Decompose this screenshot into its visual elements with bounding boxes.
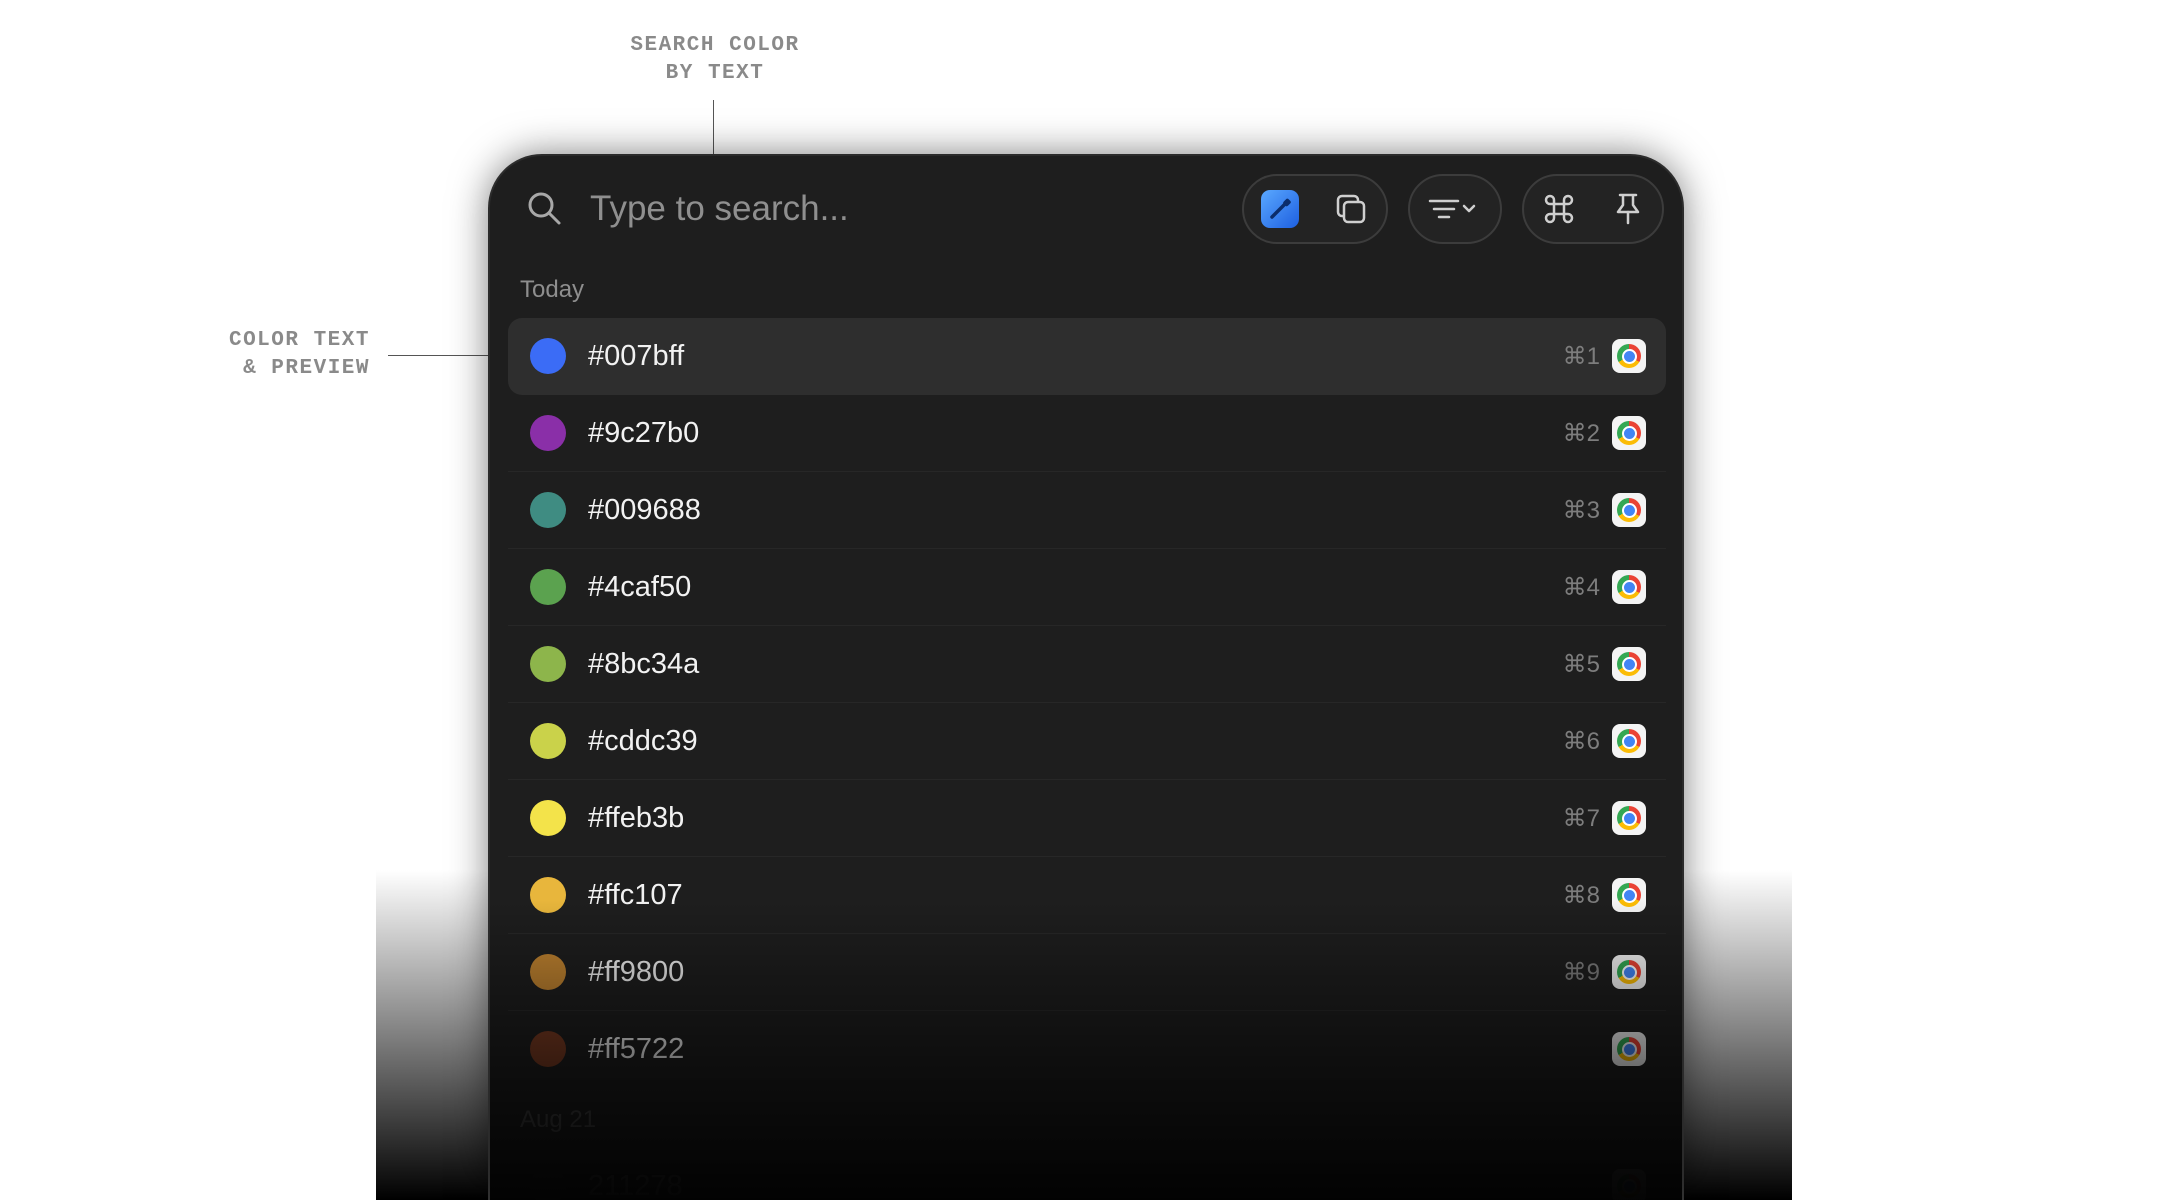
color-row[interactable]: #ff5722 xyxy=(508,1011,1666,1087)
copy-button[interactable] xyxy=(1327,185,1375,233)
shortcut-label: ⌘1 xyxy=(1562,342,1600,370)
shortcut-label: ⌘5 xyxy=(1562,650,1600,678)
color-row[interactable]: #ffc107 ⌘8 xyxy=(508,857,1666,934)
hex-value: #009688 xyxy=(588,493,701,526)
hex-value: #8bc34a xyxy=(588,647,700,680)
filter-group xyxy=(1408,174,1502,244)
color-swatch xyxy=(530,723,566,759)
shortcut-label: ⌘6 xyxy=(1562,727,1600,755)
picker-copy-group xyxy=(1242,174,1388,244)
color-swatch xyxy=(530,492,566,528)
color-history-window: Today #007bff ⌘1 #9c27b0 ⌘2 #009688 ⌘3 #… xyxy=(490,156,1682,1200)
color-swatch xyxy=(530,954,566,990)
section-label-today: Today xyxy=(520,276,585,303)
hex-value: #ffc107 xyxy=(588,878,683,911)
color-row[interactable]: #9c27b0 ⌘2 xyxy=(508,395,1666,472)
copy-icon xyxy=(1336,194,1365,224)
color-picker-button[interactable] xyxy=(1256,185,1304,233)
color-swatch xyxy=(530,338,566,374)
color-picker-icon xyxy=(1260,190,1299,228)
hex-value: #ff5722 xyxy=(588,1032,685,1065)
color-row[interactable]: #009688 ⌘3 xyxy=(508,472,1666,549)
chrome-icon xyxy=(1612,416,1646,450)
color-list: #007bff ⌘1 #9c27b0 ⌘2 #009688 ⌘3 #4caf50… xyxy=(508,318,1666,1087)
color-swatch xyxy=(530,569,566,605)
hex-value: #9c27b0 xyxy=(588,416,700,449)
hex-value: #cddc39 xyxy=(588,724,698,757)
annotation-search: SEARCH COLOR BY TEXT xyxy=(630,34,800,85)
color-swatch xyxy=(530,800,566,836)
annotation-preview: COLOR TEXT & PREVIEW xyxy=(228,329,370,380)
hex-value: #ffeb3b xyxy=(588,801,685,834)
hex-value: #007bff xyxy=(588,339,685,372)
chrome-icon xyxy=(1612,724,1646,758)
chrome-icon xyxy=(1612,493,1646,527)
color-row[interactable]: #ffeb3b ⌘7 xyxy=(508,780,1666,857)
section-label-aug21: Aug 21 xyxy=(520,1106,597,1133)
color-row[interactable]: #cddc39 ⌘6 xyxy=(508,703,1666,780)
chrome-icon xyxy=(1612,1032,1646,1066)
magnifier-icon xyxy=(528,192,561,225)
chrome-icon xyxy=(1612,647,1646,681)
shortcut-label: ⌘8 xyxy=(1562,881,1600,909)
chrome-icon xyxy=(1612,570,1646,604)
color-row[interactable]: #8bc34a ⌘5 xyxy=(508,626,1666,703)
chrome-icon xyxy=(1612,878,1646,912)
shortcut-label: ⌘7 xyxy=(1562,804,1600,832)
color-row[interactable]: #007bff ⌘1 xyxy=(508,318,1666,395)
command-button[interactable] xyxy=(1535,185,1583,233)
hex-value: 211278 xyxy=(588,1169,683,1200)
color-row[interactable]: 211278 xyxy=(508,1156,1666,1200)
chrome-icon xyxy=(1612,801,1646,835)
command-icon xyxy=(1544,194,1573,224)
filter-icon xyxy=(1428,199,1476,219)
chrome-icon xyxy=(1612,955,1646,989)
shortcut-label: ⌘2 xyxy=(1562,419,1600,447)
search-input[interactable] xyxy=(588,184,1112,234)
shortcut-label: ⌘9 xyxy=(1562,958,1600,986)
color-swatch xyxy=(530,1168,566,1200)
color-row[interactable]: #ff9800 ⌘9 xyxy=(508,934,1666,1011)
color-row[interactable]: #4caf50 ⌘4 xyxy=(508,549,1666,626)
shortcut-label: ⌘4 xyxy=(1562,573,1600,601)
chrome-icon xyxy=(1612,1169,1646,1200)
color-swatch xyxy=(530,877,566,913)
shortcut-label: ⌘3 xyxy=(1562,496,1600,524)
color-swatch xyxy=(530,415,566,451)
color-swatch xyxy=(530,1031,566,1067)
chrome-icon xyxy=(1612,339,1646,373)
pin-icon xyxy=(1616,193,1639,225)
pin-button[interactable] xyxy=(1604,185,1652,233)
color-swatch xyxy=(530,646,566,682)
filter-button[interactable] xyxy=(1420,185,1490,233)
hex-value: #ff9800 xyxy=(588,955,685,988)
command-pin-group xyxy=(1522,174,1664,244)
hex-value: #4caf50 xyxy=(588,570,692,603)
